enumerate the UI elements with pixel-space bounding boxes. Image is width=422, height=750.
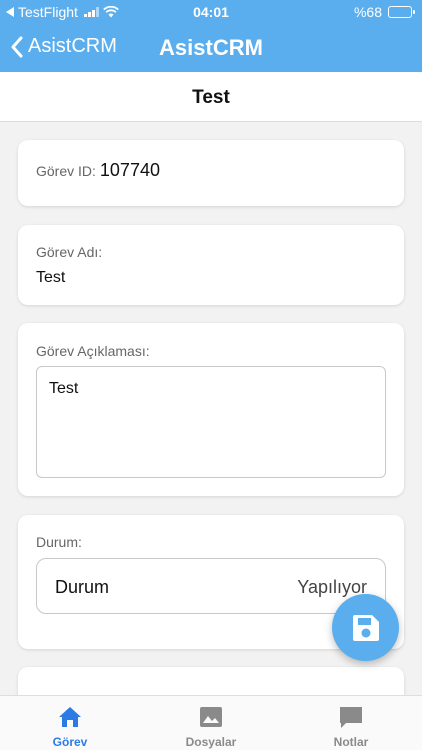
tab-dosyalar[interactable]: Dosyalar xyxy=(161,704,261,749)
tab-bar: Görev Dosyalar Notlar xyxy=(0,695,422,750)
comment-icon xyxy=(340,707,362,728)
task-name-label: Görev Adı: xyxy=(36,244,103,260)
battery-status: %68 xyxy=(353,4,415,20)
task-name-card: Görev Adı: Test xyxy=(18,225,404,305)
save-button[interactable] xyxy=(332,594,399,661)
page-header: Test xyxy=(0,72,422,122)
task-id-value: 107740 xyxy=(99,160,160,180)
top-bar: TestFlight 04:01 %68 AsistCRM AsistCRM xyxy=(0,0,422,72)
tab-gorev[interactable]: Görev xyxy=(20,704,120,749)
battery-percent: %68 xyxy=(353,4,382,20)
tab-dosyalar-label: Dosyalar xyxy=(185,735,237,749)
page-title: Test xyxy=(192,87,230,108)
navigation-bar: AsistCRM AsistCRM xyxy=(0,24,422,72)
tab-gorev-label: Görev xyxy=(52,735,88,749)
status-select[interactable]: Durum Yapılıyor xyxy=(36,558,386,614)
task-status-label: Durum: xyxy=(36,534,82,550)
home-icon xyxy=(59,707,81,727)
battery-icon xyxy=(388,6,415,18)
image-icon xyxy=(200,707,222,727)
app-title: AsistCRM xyxy=(159,35,263,60)
task-description-field[interactable]: Test xyxy=(36,366,386,478)
task-description-card: Görev Açıklaması: Test xyxy=(18,323,404,496)
save-icon xyxy=(352,614,379,641)
status-bar: TestFlight 04:01 %68 xyxy=(0,0,422,24)
task-id-card: Görev ID: 107740 xyxy=(18,140,404,206)
task-name-value: Test xyxy=(36,269,66,286)
tab-notlar[interactable]: Notlar xyxy=(301,704,401,749)
task-description-label: Görev Açıklaması: xyxy=(36,343,150,359)
status-select-label: Durum xyxy=(55,577,110,597)
tab-notlar-label: Notlar xyxy=(333,735,369,749)
task-id-label: Görev ID: xyxy=(36,163,96,179)
